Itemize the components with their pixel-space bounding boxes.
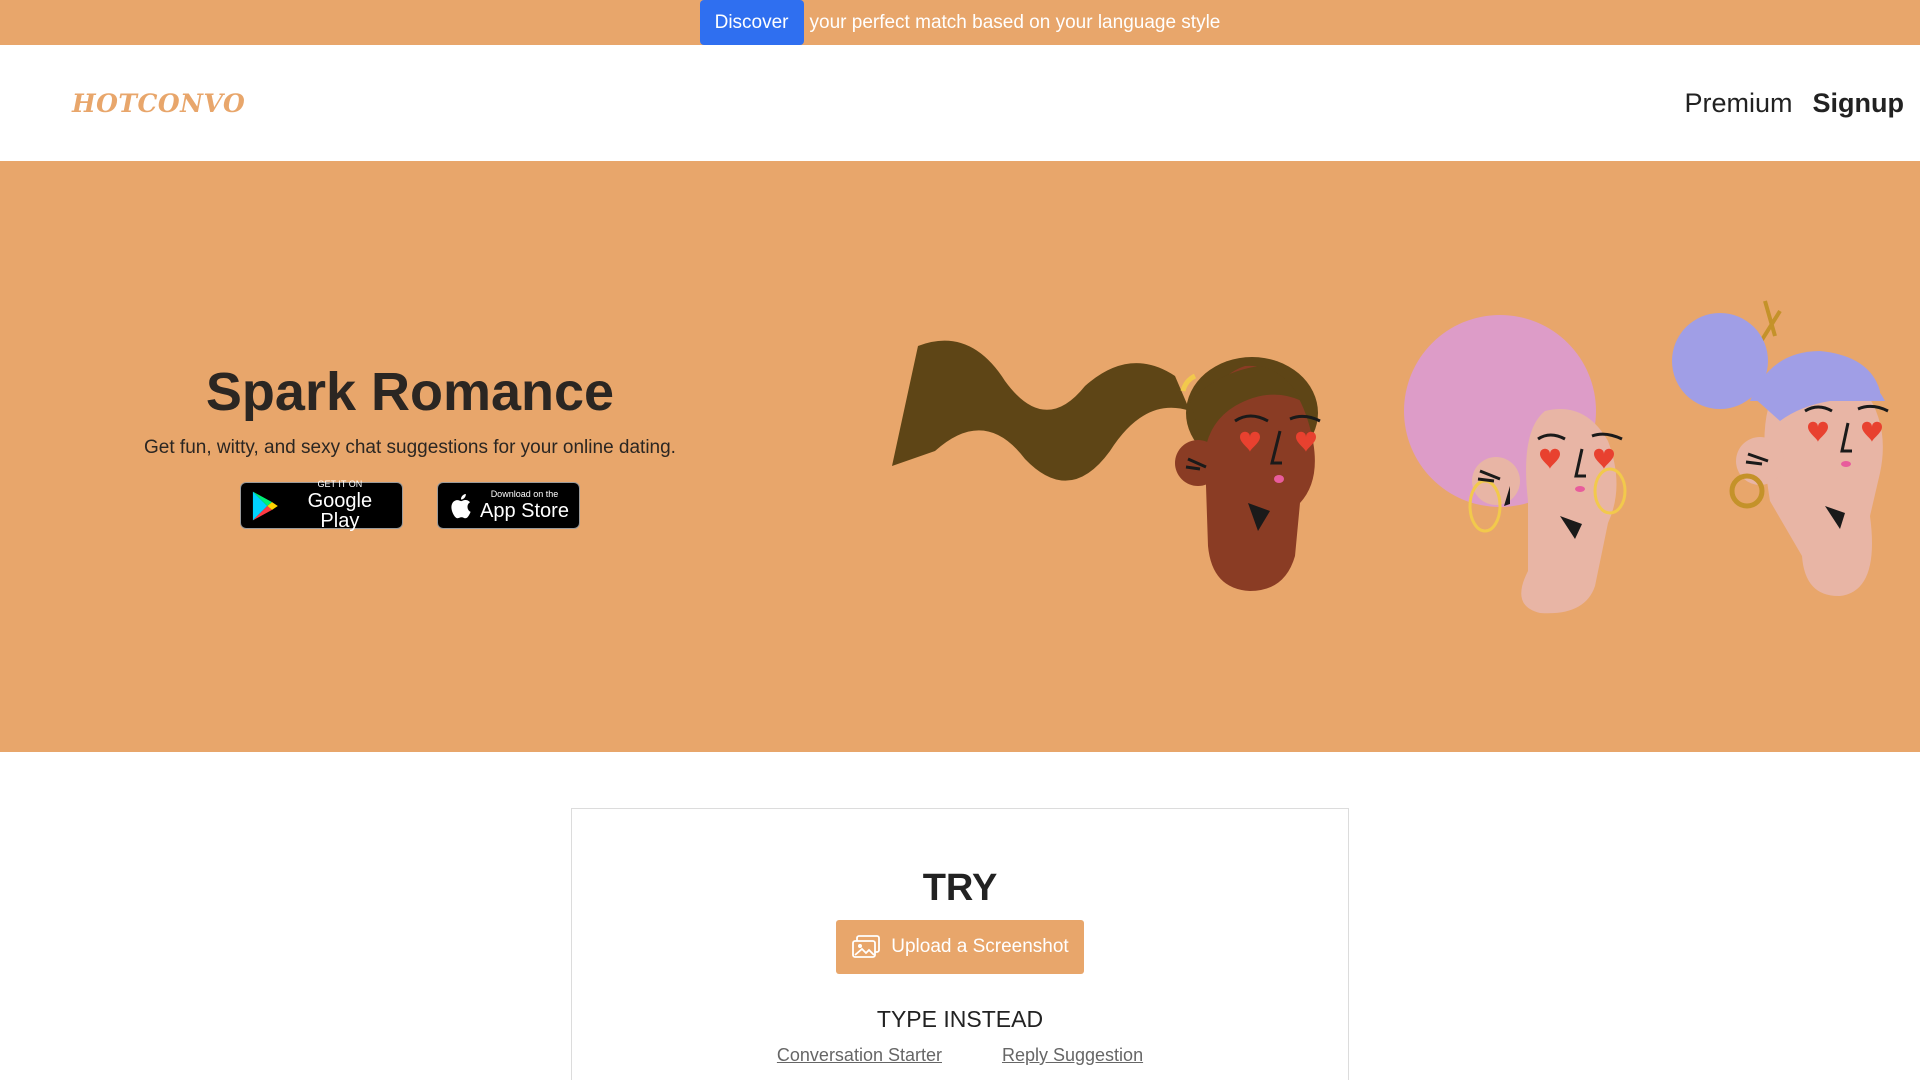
- upload-screenshot-button[interactable]: Upload a Screenshot: [836, 920, 1084, 974]
- app-store-big: App Store: [480, 500, 569, 522]
- google-play-text: GET IT ON Google Play: [288, 479, 392, 532]
- announcement-bar: Discover your perfect match based on you…: [0, 0, 1920, 45]
- logo[interactable]: HOTCONVO: [72, 89, 245, 118]
- person-afro-illustration: [1404, 315, 1627, 614]
- navbar: HOTCONVO Premium Signup: [0, 45, 1920, 161]
- apple-icon: [451, 493, 471, 518]
- discover-button[interactable]: Discover: [699, 0, 804, 45]
- app-store-small: Download on the: [490, 489, 559, 499]
- type-instead-heading: TYPE INSTEAD: [876, 1006, 1044, 1032]
- try-links: Conversation Starter Reply Suggestion: [572, 1045, 1348, 1066]
- hero-subtitle: Get fun, witty, and sexy chat suggestion…: [144, 437, 676, 458]
- image-upload-icon: [852, 935, 881, 958]
- try-title: TRY: [922, 867, 998, 909]
- announcement-content: Discover your perfect match based on you…: [699, 0, 1221, 45]
- person-bun-illustration: [1672, 300, 1889, 597]
- google-play-icon: [252, 491, 278, 520]
- google-play-small: GET IT ON: [317, 479, 363, 489]
- upload-screenshot-label: Upload a Screenshot: [891, 936, 1069, 957]
- nav-link-premium[interactable]: Premium: [1685, 88, 1793, 119]
- nav-links: Premium Signup: [1685, 88, 1905, 119]
- hero-illustration: [892, 300, 1889, 614]
- hero-copy: Spark Romance Get fun, witty, and sexy c…: [0, 361, 820, 532]
- app-store-text: Download on the App Store: [480, 489, 569, 522]
- store-badges: GET IT ON Google Play Download on the Ap…: [0, 479, 820, 532]
- google-play-big: Google Play: [307, 490, 373, 532]
- nav-link-signup[interactable]: Signup: [1813, 88, 1904, 119]
- try-card: TRY Upload a Screenshot TYPE INSTEAD Con…: [571, 808, 1349, 1080]
- person-ponytail-illustration: [892, 340, 1321, 591]
- announcement-text: your perfect match based on your languag…: [809, 11, 1221, 33]
- hero-title: Spark Romance: [205, 362, 615, 422]
- hero-section: Spark Romance Get fun, witty, and sexy c…: [0, 161, 1920, 752]
- conversation-starter-link[interactable]: Conversation Starter: [777, 1045, 942, 1066]
- reply-suggestion-link[interactable]: Reply Suggestion: [1002, 1045, 1143, 1066]
- app-store-badge[interactable]: Download on the App Store: [437, 482, 580, 529]
- google-play-badge[interactable]: GET IT ON Google Play: [240, 479, 403, 532]
